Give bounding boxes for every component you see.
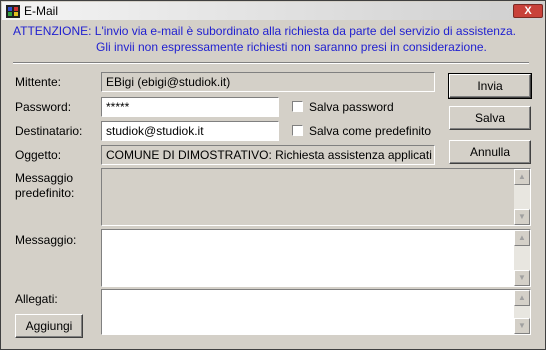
- messaggio-predefinito-label-2: predefinito:: [15, 186, 75, 200]
- annulla-button[interactable]: Annulla: [449, 140, 531, 164]
- scroll-down-icon[interactable]: ▼: [514, 209, 530, 225]
- password-label: Password:: [15, 100, 72, 114]
- invia-button[interactable]: Invia: [448, 73, 532, 99]
- separator: [13, 62, 529, 64]
- allegati-list[interactable]: ▲ ▼: [101, 289, 531, 335]
- oggetto-field[interactable]: COMUNE DI DIMOSTRATIVO: Richiesta assist…: [101, 145, 435, 165]
- aggiungi-button[interactable]: Aggiungi: [15, 314, 83, 338]
- salva-password-checkbox[interactable]: [292, 101, 303, 112]
- scroll-up-icon[interactable]: ▲: [514, 290, 530, 306]
- notice-line-1: ATTENZIONE: L'invio via e-mail è subordi…: [13, 24, 516, 38]
- messaggio-predefinito-area: ▲ ▼: [101, 168, 531, 226]
- scroll-up-icon[interactable]: ▲: [514, 230, 530, 246]
- notice-line-2: Gli invii non espressamente richiesti no…: [96, 40, 487, 54]
- salva-predefinito-checkbox[interactable]: [292, 125, 303, 136]
- password-field[interactable]: *****: [101, 97, 279, 117]
- allegati-label: Allegati:: [15, 292, 58, 306]
- close-button[interactable]: X: [513, 4, 543, 18]
- scroll-down-icon[interactable]: ▼: [514, 318, 530, 334]
- mittente-label: Mittente:: [15, 75, 62, 89]
- film-mail-icon: [6, 5, 20, 18]
- salva-password-label[interactable]: Salva password: [309, 100, 394, 114]
- mittente-field: EBigi (ebigi@studiok.it): [101, 72, 435, 92]
- scroll-up-icon[interactable]: ▲: [514, 169, 530, 185]
- salva-button[interactable]: Salva: [449, 106, 531, 130]
- email-dialog: E-Mail X ATTENZIONE: L'invio via e-mail …: [0, 0, 546, 350]
- window-title: E-Mail: [24, 4, 59, 18]
- destinatario-field[interactable]: studiok@studiok.it: [101, 121, 279, 141]
- messaggio-area[interactable]: ▲ ▼: [101, 229, 531, 287]
- oggetto-label: Oggetto:: [15, 148, 62, 162]
- title-bar[interactable]: E-Mail X: [2, 2, 544, 20]
- messaggio-label: Messaggio:: [15, 233, 77, 247]
- scrollbar[interactable]: ▲ ▼: [514, 169, 530, 225]
- scrollbar[interactable]: ▲ ▼: [514, 230, 530, 286]
- salva-predefinito-label[interactable]: Salva come predefinito: [309, 124, 431, 138]
- messaggio-predefinito-label-1: Messaggio: [15, 171, 74, 185]
- scrollbar[interactable]: ▲ ▼: [514, 290, 530, 334]
- destinatario-label: Destinatario:: [15, 124, 83, 138]
- scroll-down-icon[interactable]: ▼: [514, 270, 530, 286]
